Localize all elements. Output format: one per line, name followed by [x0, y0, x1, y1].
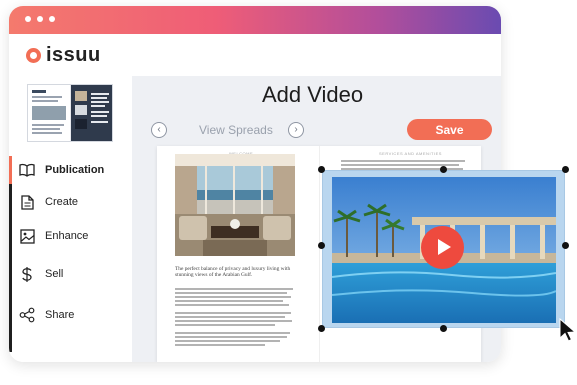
next-spread-button[interactable]: ›	[288, 122, 304, 138]
body-text-line	[341, 160, 465, 162]
right-page-header: SERVICES AND AMENITIES	[379, 151, 442, 156]
sidebar-item-enhance[interactable]: Enhance	[19, 222, 129, 250]
body-text-line	[175, 304, 289, 306]
book-open-icon	[19, 162, 35, 178]
view-spreads-label: View Spreads	[199, 123, 273, 137]
resize-handle[interactable]	[318, 242, 325, 249]
image-icon	[19, 228, 35, 244]
save-button[interactable]: Save	[407, 119, 492, 140]
page-title: Add Video	[262, 82, 364, 107]
thumbnail-left-page	[28, 85, 70, 141]
body-text-line	[175, 344, 265, 346]
resize-handle[interactable]	[318, 166, 325, 173]
dollar-icon	[19, 266, 35, 282]
window-dot[interactable]	[37, 16, 43, 22]
body-text-line	[175, 300, 283, 302]
stage: issuu Publication Create Enhance Sell Sh…	[0, 0, 577, 385]
chevron-right-icon: ›	[294, 124, 298, 135]
sidebar-item-create[interactable]: Create	[19, 188, 129, 216]
body-text-line	[175, 316, 285, 318]
issuu-logo-icon	[26, 47, 41, 63]
previous-spread-button[interactable]: ‹	[151, 122, 167, 138]
lounge-photo[interactable]	[175, 154, 295, 256]
sidebar: Publication Create Enhance Sell Share	[9, 76, 131, 362]
share-icon	[19, 307, 35, 323]
window-dot[interactable]	[49, 16, 55, 22]
mouse-cursor-icon	[559, 317, 577, 347]
resize-handle[interactable]	[440, 166, 447, 173]
publication-thumbnail[interactable]	[27, 84, 113, 142]
nav-active-indicator	[9, 156, 12, 184]
body-text-line	[175, 292, 287, 294]
window-dot[interactable]	[25, 16, 31, 22]
resize-handle[interactable]	[440, 325, 447, 332]
resize-handle[interactable]	[562, 242, 569, 249]
thumbnail-right-page	[71, 85, 112, 141]
sidebar-item-label: Sell	[45, 268, 64, 280]
body-text-line	[175, 320, 292, 322]
sidebar-item-label: Enhance	[45, 230, 89, 242]
article-caption: The perfect balance of privacy and luxur…	[175, 266, 291, 279]
sidebar-item-label: Create	[45, 196, 79, 208]
body-text-line	[175, 336, 287, 338]
play-video-button[interactable]	[421, 226, 464, 269]
issuu-logo[interactable]: issuu	[26, 44, 101, 66]
body-text-line	[175, 312, 291, 314]
window-titlebar	[9, 6, 501, 34]
chevron-left-icon: ‹	[157, 124, 161, 135]
sidebar-item-sell[interactable]: Sell	[19, 260, 129, 288]
document-icon	[19, 194, 35, 210]
resize-handle[interactable]	[562, 166, 569, 173]
body-text-line	[175, 332, 290, 334]
sidebar-item-share[interactable]: Share	[19, 301, 129, 329]
sidebar-item-label: Publication	[45, 164, 105, 176]
body-text-line	[175, 340, 280, 342]
sidebar-item-publication[interactable]: Publication	[19, 156, 129, 184]
brand-name: issuu	[46, 43, 101, 66]
resize-handle[interactable]	[318, 325, 325, 332]
body-text-line	[175, 288, 293, 290]
sidebar-item-label: Share	[45, 309, 75, 321]
body-text-line	[175, 296, 291, 298]
body-text-line	[175, 324, 275, 326]
nav-rail	[9, 156, 12, 352]
